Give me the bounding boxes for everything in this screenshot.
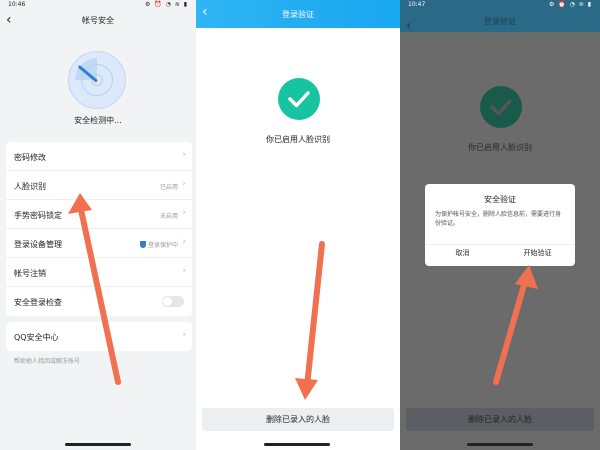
login-check-toggle[interactable] xyxy=(162,296,184,307)
delete-face-button[interactable]: 删除已录入的人脸 xyxy=(202,408,394,431)
row-change-password[interactable]: 密码修改 › xyxy=(6,142,192,171)
tutorial-screenshot: 10:46 ⚙ ⏰ ◔ ≋ ▮ ‹ 帐号安全 安全检测中... 密码修改 › 人… xyxy=(0,0,600,450)
row-qq-security-center[interactable]: QQ安全中心 › xyxy=(6,322,192,351)
status-bar: 10:46 ⚙ ⏰ ◔ ≋ ▮ xyxy=(0,0,196,10)
checkmark-icon xyxy=(278,78,320,120)
row-gesture-lock[interactable]: 手势密码锁定 未启用 › xyxy=(6,200,192,229)
row-login-check: 安全登录检查 xyxy=(6,287,192,316)
row-label: 人脸识别 xyxy=(14,182,46,191)
status-time: 10:46 xyxy=(8,1,26,8)
row-value: 未启用 xyxy=(159,213,178,220)
status-icons: ⚙ ⏰ ◔ ≋ ▮ xyxy=(144,1,188,8)
header: ‹ 帐号安全 xyxy=(0,10,196,32)
row-account-deletion[interactable]: 帐号注销 › xyxy=(6,258,192,287)
chevron-right-icon: › xyxy=(182,266,186,276)
home-indicator xyxy=(467,443,533,446)
face-enabled-text: 你已启用人脸识别 xyxy=(468,143,532,152)
chevron-right-icon: › xyxy=(182,179,186,189)
verification-dialog-screen: 10:47 ⚙ ⏰ ◔ ≋ ▮ ‹ 登录验证 你已启用人脸识别 安全验证 为保护… xyxy=(400,0,600,450)
row-value: 登录保护中 xyxy=(147,242,178,249)
security-verification-dialog: 安全验证 为保护帐号安全，删除人脸信息前，需要进行身份验证。 取消 开始验证 xyxy=(425,184,575,266)
row-label: 安全登录检查 xyxy=(14,298,62,307)
dialog-title: 安全验证 xyxy=(484,195,516,204)
start-verification-button[interactable]: 开始验证 xyxy=(500,248,575,258)
account-security-screen: 10:46 ⚙ ⏰ ◔ ≋ ▮ ‹ 帐号安全 安全检测中... 密码修改 › 人… xyxy=(0,0,196,450)
radar-scan-icon xyxy=(68,51,126,109)
row-label: 密码修改 xyxy=(14,153,46,162)
chevron-right-icon: › xyxy=(182,208,186,218)
shield-icon xyxy=(139,241,146,248)
face-enabled-text: 你已启用人脸识别 xyxy=(266,135,330,144)
row-label: 手势密码锁定 xyxy=(14,211,62,220)
row-device-management[interactable]: 登录设备管理 登录保护中 › xyxy=(6,229,192,258)
row-value-wrapper: 登录保护中 xyxy=(139,240,178,249)
row-face-recognition[interactable]: 人脸识别 已启用 › xyxy=(6,171,192,200)
home-indicator xyxy=(65,443,131,446)
row-label: 登录设备管理 xyxy=(14,240,62,249)
settings-card: 密码修改 › 人脸识别 已启用 › 手势密码锁定 未启用 › 登录设备管理 登录… xyxy=(6,142,192,316)
login-verification-screen: ‹ 登录验证 你已启用人脸识别 删除已录入的人脸 xyxy=(196,0,400,450)
scan-status-label: 安全检测中... xyxy=(74,116,122,125)
delete-face-button: 删除已录入的人脸 xyxy=(406,408,594,431)
row-label: 帐号注销 xyxy=(14,269,46,278)
row-value: 已启用 xyxy=(159,184,178,191)
chevron-right-icon: › xyxy=(182,150,186,160)
qq-security-card: QQ安全中心 › xyxy=(6,322,192,351)
cancel-button[interactable]: 取消 xyxy=(425,248,500,258)
chevron-right-icon: › xyxy=(182,237,186,247)
checkmark-icon xyxy=(480,86,522,128)
header: ‹ 登录验证 xyxy=(400,10,600,34)
row-label: QQ安全中心 xyxy=(14,333,59,342)
help-link[interactable]: 帮助他人找回或解冻帐号 xyxy=(14,356,80,365)
divider xyxy=(425,244,575,245)
header: ‹ 登录验证 xyxy=(196,0,400,28)
dialog-message: 为保护帐号安全，删除人脸信息前，需要进行身份验证。 xyxy=(435,211,562,227)
page-title: 帐号安全 xyxy=(82,16,114,25)
home-indicator xyxy=(264,443,330,446)
chevron-right-icon: › xyxy=(182,330,186,340)
page-title: 登录验证 xyxy=(282,10,314,19)
page-title: 登录验证 xyxy=(484,17,516,26)
